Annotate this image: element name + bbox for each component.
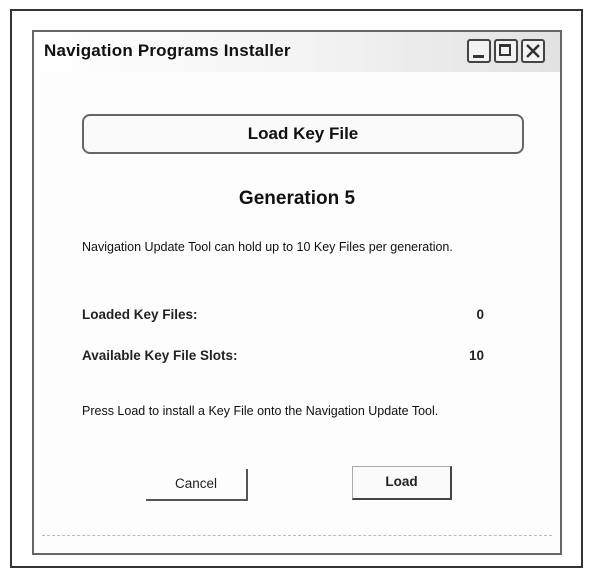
load-key-file-button[interactable]: Load Key File [82,114,524,154]
maximize-icon[interactable] [494,39,518,63]
status-divider [42,535,552,536]
window-title: Navigation Programs Installer [44,41,291,60]
cancel-button[interactable]: Cancel [146,469,248,501]
loaded-key-files-label: Loaded Key Files: [82,307,198,322]
installer-dialog: Navigation Programs Installer Load Key F… [32,30,562,555]
available-slots-label: Available Key File Slots: [82,348,238,363]
info-text: Navigation Update Tool can hold up to 10… [82,240,453,254]
minimize-icon[interactable] [467,39,491,63]
loaded-key-files-value: 0 [476,307,484,322]
close-icon[interactable] [521,39,545,63]
generation-heading: Generation 5 [238,188,356,209]
load-button[interactable]: Load [352,466,452,500]
available-slots-value: 10 [468,348,484,363]
instruction-text: Press Load to install a Key File onto th… [82,404,439,418]
title-bar[interactable]: Navigation Programs Installer [34,32,560,72]
